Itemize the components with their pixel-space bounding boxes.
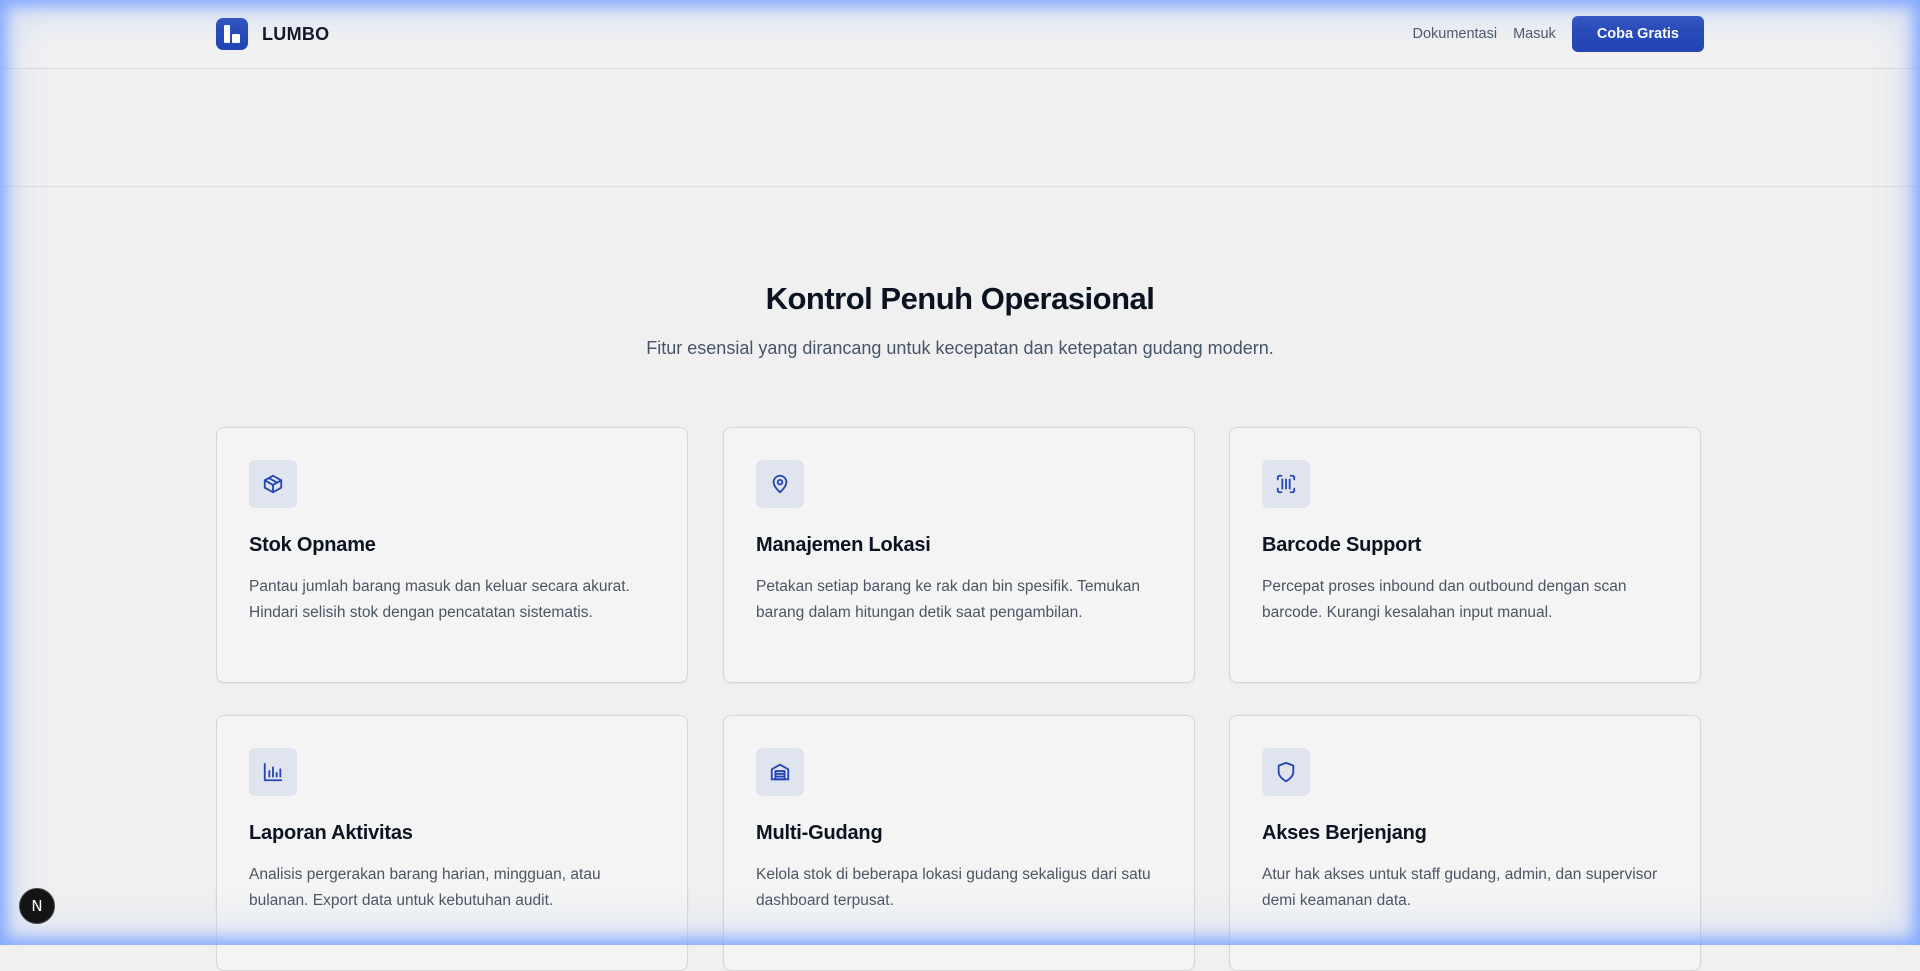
- feature-description: Percepat proses inbound dan outbound den…: [1262, 578, 1627, 621]
- shield-icon: [1277, 761, 1295, 783]
- box-icon: [263, 474, 283, 494]
- brand-logo-link[interactable]: LUMBO: [216, 18, 330, 50]
- feature-icon-box: [756, 748, 804, 796]
- hero-band: [0, 69, 1920, 187]
- feature-icon-box: [249, 460, 297, 508]
- feature-icon-box: [249, 748, 297, 796]
- feature-description: Pantau jumlah barang masuk dan keluar se…: [249, 578, 630, 621]
- feature-card-stok-opname: Stok Opname Pantau jumlah barang masuk d…: [216, 427, 688, 683]
- bar-chart-icon: [263, 762, 283, 782]
- lumbo-logo-icon: [216, 18, 248, 50]
- nextjs-badge-label: N: [31, 897, 43, 915]
- feature-description: Kelola stok di beberapa lokasi gudang se…: [756, 866, 1151, 909]
- feature-card-multi-gudang: Multi-Gudang Kelola stok di beberapa lok…: [723, 715, 1195, 971]
- nav-link-dokumentasi[interactable]: Dokumentasi: [1412, 26, 1497, 42]
- features-title: Kontrol Penuh Operasional: [765, 281, 1155, 316]
- landing-page: LUMBO Dokumentasi Masuk Coba Gratis Kont…: [0, 0, 1920, 971]
- feature-card-akses-berjenjang: Akses Berjenjang Atur hak akses untuk st…: [1229, 715, 1701, 971]
- barcode-scan-icon: [1276, 474, 1296, 494]
- top-navbar: LUMBO Dokumentasi Masuk Coba Gratis: [0, 0, 1920, 69]
- features-subtitle: Fitur esensial yang dirancang untuk kece…: [646, 338, 1274, 358]
- map-pin-icon: [772, 474, 788, 494]
- feature-description: Petakan setiap barang ke rak dan bin spe…: [756, 578, 1141, 621]
- feature-title: Laporan Aktivitas: [249, 822, 413, 844]
- nav-link-masuk[interactable]: Masuk: [1513, 26, 1556, 42]
- try-free-button[interactable]: Coba Gratis: [1571, 16, 1704, 52]
- brand-name: LUMBO: [262, 23, 330, 44]
- feature-card-barcode-support: Barcode Support Percepat proses inbound …: [1229, 427, 1701, 683]
- feature-title: Multi-Gudang: [756, 822, 883, 844]
- feature-description: Atur hak akses untuk staff gudang, admin…: [1262, 866, 1658, 909]
- feature-description: Analisis pergerakan barang harian, mingg…: [249, 866, 601, 909]
- feature-icon-box: [756, 460, 804, 508]
- feature-icon-box: [1262, 748, 1310, 796]
- feature-card-manajemen-lokasi: Manajemen Lokasi Petakan setiap barang k…: [723, 427, 1195, 683]
- warehouse-icon: [770, 763, 790, 781]
- nav-links: Dokumentasi Masuk Coba Gratis: [1412, 16, 1704, 52]
- feature-title: Manajemen Lokasi: [756, 534, 931, 556]
- feature-title: Barcode Support: [1262, 534, 1422, 556]
- feature-title: Akses Berjenjang: [1262, 822, 1427, 844]
- feature-icon-box: [1262, 460, 1310, 508]
- feature-title: Stok Opname: [249, 534, 376, 556]
- feature-card-laporan-aktivitas: Laporan Aktivitas Analisis pergerakan ba…: [216, 715, 688, 971]
- nextjs-dev-badge[interactable]: N: [19, 888, 55, 924]
